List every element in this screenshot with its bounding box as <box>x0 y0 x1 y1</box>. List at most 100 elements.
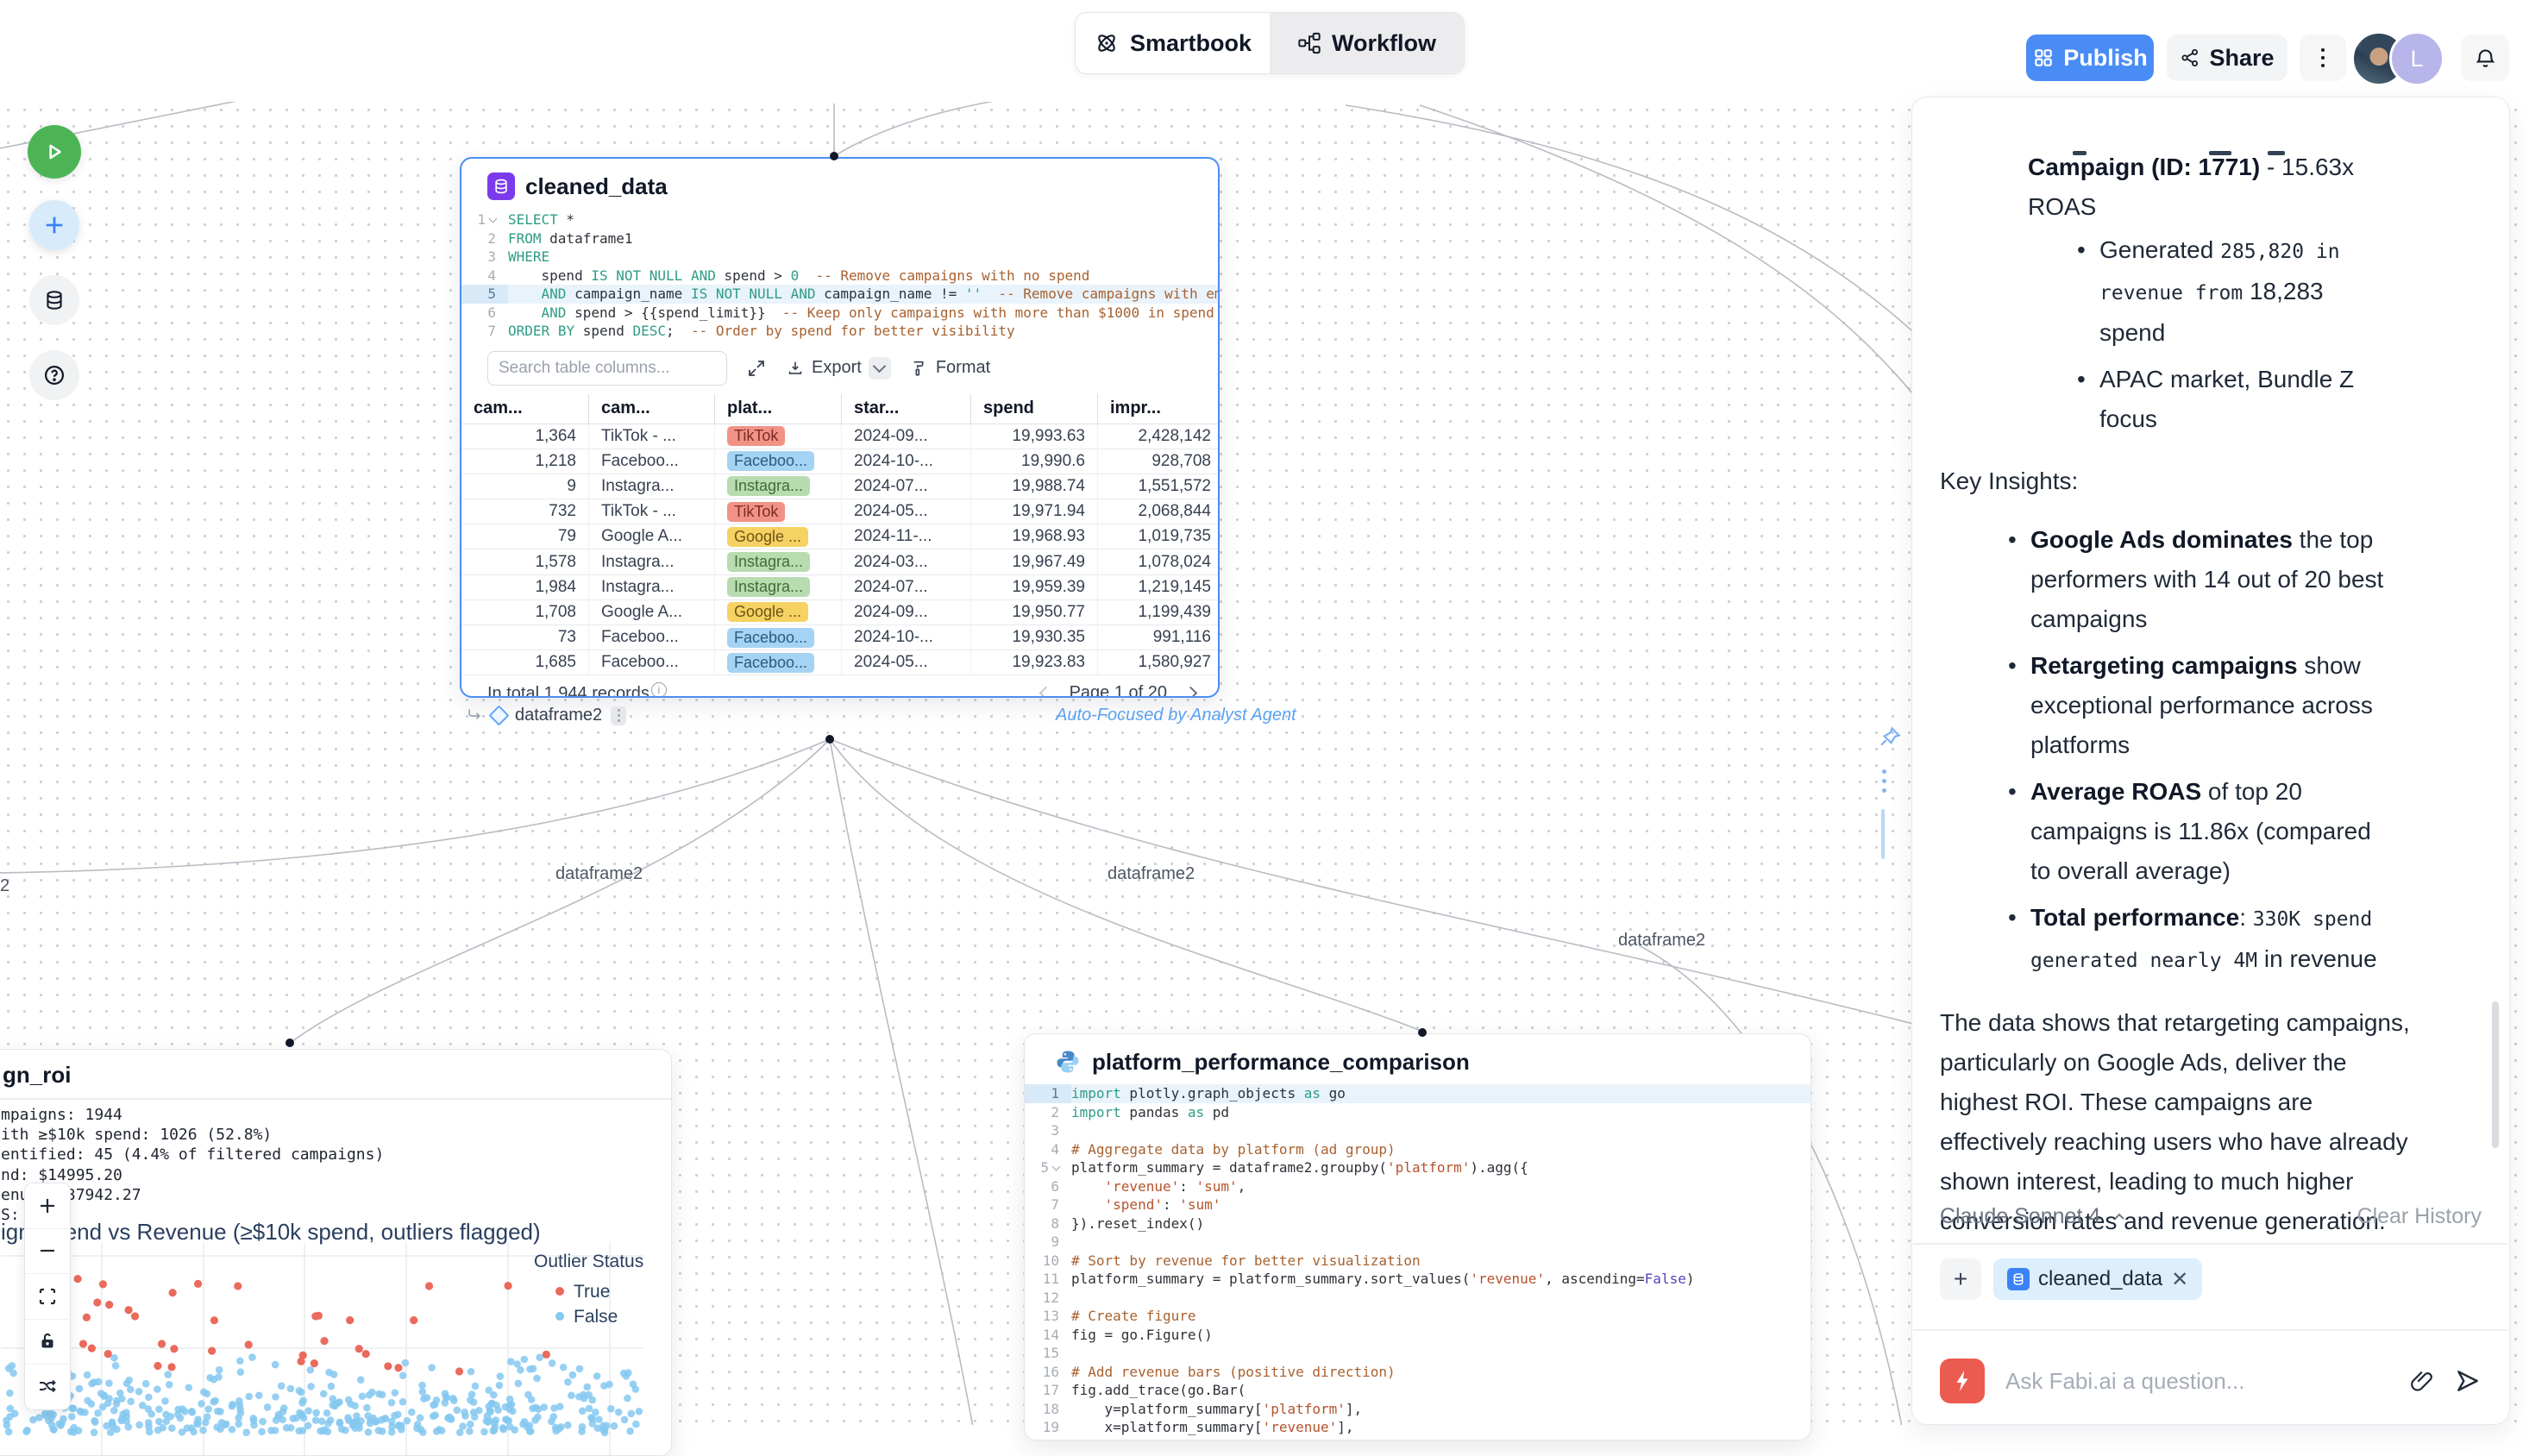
node-input-handle[interactable] <box>830 152 838 160</box>
code-line[interactable]: 3 <box>1025 1121 1810 1140</box>
code-line[interactable]: 1SELECT * <box>461 210 1218 229</box>
table-cell: 73 <box>461 625 589 650</box>
column-header[interactable]: spend <box>971 394 1098 424</box>
avatar[interactable]: L <box>2389 31 2444 86</box>
code-line[interactable]: 4# Aggregate data by platform (ad group) <box>1025 1140 1810 1159</box>
clear-history-button[interactable]: Clear History <box>2357 1204 2482 1229</box>
table-row[interactable]: 73Faceboo...Faceboo...2024-10-...19,930.… <box>461 625 1218 650</box>
python-code-editor[interactable]: 1import plotly.graph_objects as go2impor… <box>1025 1084 1810 1437</box>
code-line[interactable]: 6 'revenue': 'sum', <box>1025 1177 1810 1196</box>
node-title-clipped: gn_roi <box>3 1062 71 1089</box>
code-line[interactable]: 13# Create figure <box>1025 1307 1810 1326</box>
chat-input[interactable] <box>2004 1367 2390 1396</box>
search-table-columns-input[interactable] <box>487 351 727 386</box>
column-header[interactable]: star... <box>842 394 971 424</box>
help-button[interactable] <box>29 350 79 400</box>
context-chip-cleaned-data[interactable]: cleaned_data ✕ <box>1993 1258 2202 1300</box>
node-input-handle[interactable] <box>1418 1028 1427 1037</box>
next-page-button[interactable] <box>1184 687 1198 698</box>
zoom-in-button[interactable] <box>25 1183 70 1229</box>
publish-button[interactable]: Publish <box>2026 35 2154 81</box>
send-icon[interactable] <box>2454 1367 2482 1395</box>
edge-label-dataframe2: dataframe2 <box>555 864 643 884</box>
panel-drag-handle[interactable] <box>1882 769 1886 774</box>
add-context-button[interactable]: + <box>1940 1258 1981 1300</box>
add-cell-button[interactable] <box>29 200 79 250</box>
export-button[interactable]: Export <box>786 357 891 380</box>
tab-smartbook[interactable]: Smartbook <box>1076 13 1270 73</box>
node-input-handle[interactable] <box>286 1039 294 1047</box>
remove-context-icon[interactable]: ✕ <box>2171 1267 2188 1292</box>
code-line[interactable]: 6 AND spend > {{spend_limit}} -- Keep on… <box>461 304 1218 323</box>
code-line[interactable]: 5 AND campaign_name IS NOT NULL AND camp… <box>461 285 1218 304</box>
scatter-plot[interactable]: Outlier Status True False <box>1 1243 671 1456</box>
code-line[interactable]: 8}).reset_index() <box>1025 1214 1810 1233</box>
run-workflow-button[interactable] <box>28 125 81 179</box>
prev-page-button[interactable] <box>1039 687 1052 698</box>
export-menu-chevron[interactable] <box>869 357 891 380</box>
table-row[interactable]: 1,685Faceboo...Faceboo...2024-05...19,92… <box>461 650 1218 675</box>
code-line[interactable]: 7 'spend': 'sum' <box>1025 1196 1810 1214</box>
table-row[interactable]: 1,578Instagra...Instagra...2024-03...19,… <box>461 549 1218 574</box>
node-cleaned-data[interactable]: cleaned_data 1SELECT *2FROM dataframe13W… <box>460 157 1220 698</box>
expand-table-icon[interactable] <box>746 358 767 379</box>
tab-workflow[interactable]: Workflow <box>1270 13 1464 73</box>
table-cell: 19,923.83 <box>971 650 1098 675</box>
python-node-icon <box>1054 1048 1082 1076</box>
code-line[interactable]: 9 <box>1025 1233 1810 1252</box>
code-line[interactable]: 11platform_summary = platform_summary.so… <box>1025 1270 1810 1289</box>
node-output-handle[interactable] <box>825 735 834 744</box>
table-row[interactable]: 1,364TikTok - ...TikTok2024-09...19,993.… <box>461 424 1218 449</box>
table-row[interactable]: 1,708Google A...Google ...2024-09...19,9… <box>461 600 1218 625</box>
code-line[interactable]: 3WHERE <box>461 248 1218 267</box>
node-campaign-roi[interactable]: gn_roi mpaigns: 1944ith ≥$10k spend: 102… <box>0 1049 672 1456</box>
code-line[interactable]: 1import plotly.graph_objects as go <box>1025 1084 1810 1103</box>
node-platform-performance-comparison[interactable]: platform_performance_comparison 1import … <box>1024 1033 1811 1440</box>
table-row[interactable]: 79Google A...Google ...2024-11-...19,968… <box>461 524 1218 549</box>
code-line[interactable]: 14fig = go.Figure() <box>1025 1326 1810 1345</box>
column-header[interactable]: cam... <box>589 394 715 424</box>
column-header[interactable]: plat... <box>715 394 842 424</box>
code-line[interactable]: 10# Sort by revenue for better visualiza… <box>1025 1252 1810 1271</box>
sql-node-icon <box>487 173 515 200</box>
fit-view-button[interactable] <box>25 1274 70 1320</box>
table-cell: 1,078,024 <box>1098 549 1220 574</box>
code-line[interactable]: 18 y=platform_summary['platform'], <box>1025 1400 1810 1419</box>
model-selector[interactable]: Claude Sonnet 4 <box>1940 1204 2128 1229</box>
data-sources-button[interactable] <box>29 275 79 325</box>
pill-menu-icon[interactable] <box>611 706 626 725</box>
chat-bullet: Retargeting campaigns show exceptional p… <box>2008 646 2397 765</box>
attach-file-icon[interactable] <box>2409 1368 2435 1394</box>
panel-scrollbar[interactable] <box>2492 1001 2499 1148</box>
lock-interactivity-button[interactable] <box>25 1320 70 1365</box>
code-line[interactable]: 2import pandas as pd <box>1025 1103 1810 1122</box>
format-button[interactable]: Format <box>910 358 990 378</box>
table-row[interactable]: 1,218Faceboo...Faceboo...2024-10-...19,9… <box>461 449 1218 474</box>
unpin-panel-icon[interactable] <box>1877 725 1903 750</box>
share-button[interactable]: Share <box>2167 35 2287 81</box>
table-row[interactable]: 9Instagra...Instagra...2024-07...19,988.… <box>461 474 1218 499</box>
code-line[interactable]: 19 x=platform_summary['revenue'], <box>1025 1418 1810 1437</box>
table-cell: Faceboo... <box>715 650 842 675</box>
code-line[interactable]: 17fig.add_trace(go.Bar( <box>1025 1381 1810 1400</box>
code-line[interactable]: 4 spend IS NOT NULL AND spend > 0 -- Rem… <box>461 267 1218 286</box>
plot-title: ign Spend vs Revenue (≥$10k spend, outli… <box>1 1219 541 1246</box>
code-line[interactable]: 12 <box>1025 1289 1810 1308</box>
play-icon <box>43 141 66 163</box>
code-line[interactable]: 7ORDER BY spend DESC; -- Order by spend … <box>461 322 1218 341</box>
shuffle-layout-button[interactable] <box>25 1365 70 1409</box>
node-output-pill[interactable]: dataframe2 <box>466 706 626 725</box>
more-options-button[interactable] <box>2300 35 2346 81</box>
code-line[interactable]: 2FROM dataframe1 <box>461 229 1218 248</box>
code-line[interactable]: 15 <box>1025 1344 1810 1363</box>
notifications-button[interactable] <box>2461 35 2509 81</box>
code-line[interactable]: 5platform_summary = dataframe2.groupby('… <box>1025 1158 1810 1177</box>
table-row[interactable]: 1,984Instagra...Instagra...2024-07...19,… <box>461 575 1218 600</box>
sql-code-editor[interactable]: 1SELECT *2FROM dataframe13WHERE4 spend I… <box>461 210 1218 341</box>
table-row[interactable]: 732TikTok - ...TikTok2024-05...19,971.94… <box>461 499 1218 524</box>
table-cell: 2024-07... <box>842 575 971 599</box>
column-header[interactable]: impr... <box>1098 394 1220 424</box>
zoom-out-button[interactable] <box>25 1229 70 1275</box>
column-header[interactable]: cam... <box>461 394 589 424</box>
code-line[interactable]: 16# Add revenue bars (positive direction… <box>1025 1363 1810 1382</box>
